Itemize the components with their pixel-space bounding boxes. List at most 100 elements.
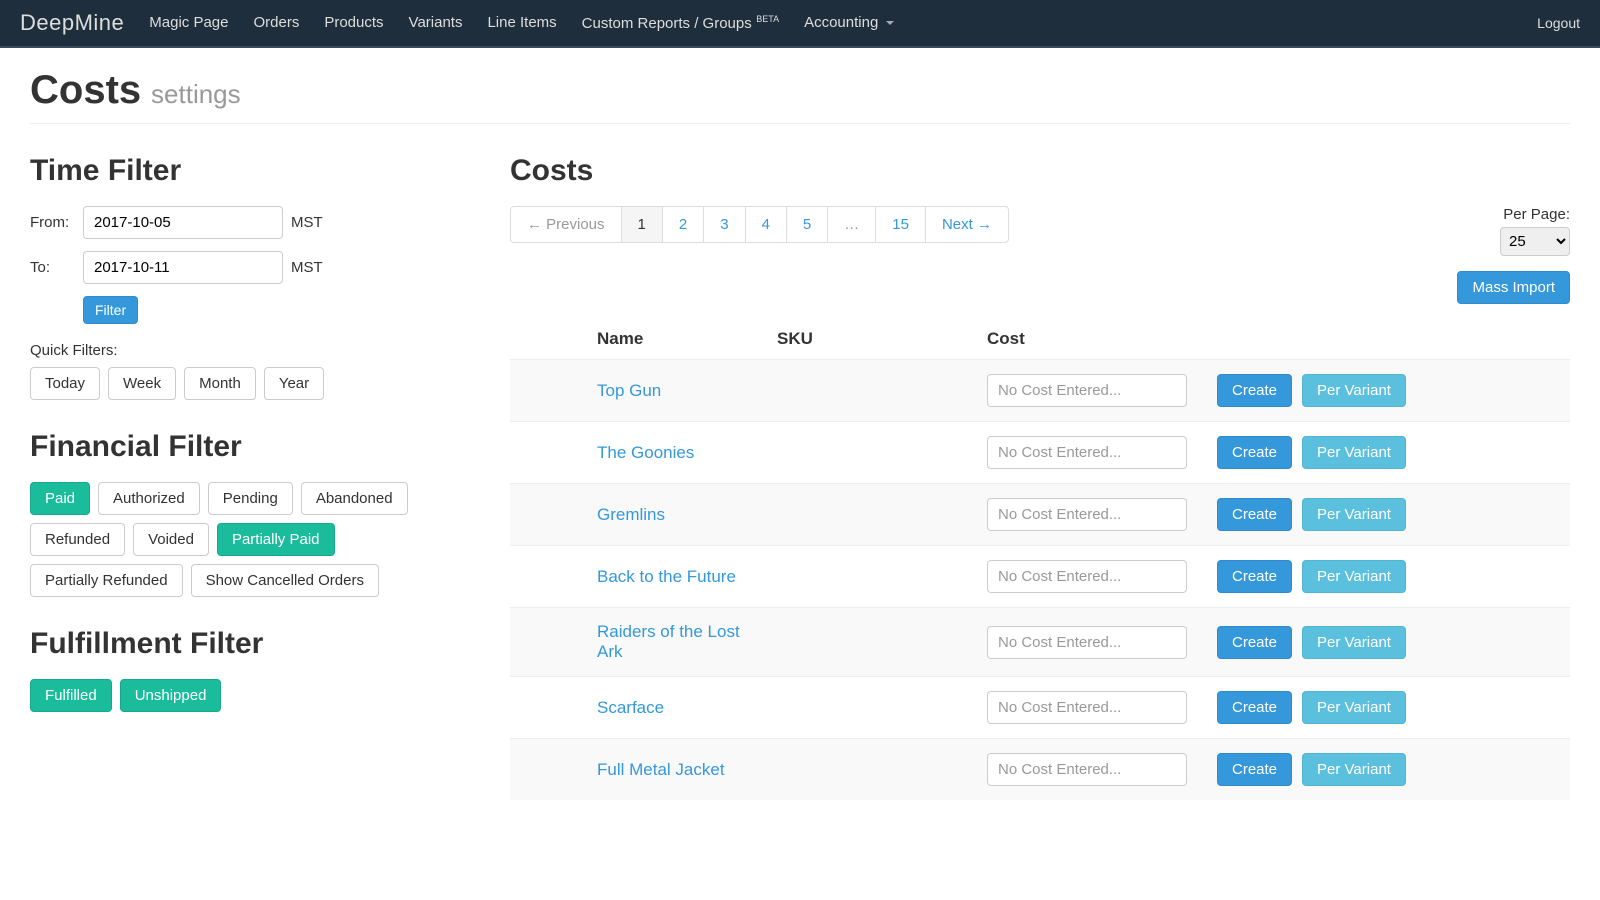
quick-filters-label: Quick Filters:	[30, 342, 480, 359]
col-cost: Cost	[975, 319, 1205, 360]
create-button[interactable]: Create	[1217, 560, 1292, 593]
financial-filter-button[interactable]: Pending	[208, 482, 293, 515]
col-sku: SKU	[765, 319, 975, 360]
per-variant-button[interactable]: Per Variant	[1302, 436, 1406, 469]
table-row: Raiders of the Lost Ark Create Per Variant	[510, 608, 1570, 677]
sku-cell	[765, 360, 975, 422]
per-page-label: Per Page:	[1500, 206, 1570, 223]
per-variant-button[interactable]: Per Variant	[1302, 753, 1406, 786]
nav-item[interactable]: Products	[324, 14, 383, 32]
cost-input[interactable]	[987, 626, 1187, 659]
table-row: Full Metal Jacket Create Per Variant	[510, 739, 1570, 801]
sidebar: Time Filter From: MST To: MST Filter Qui…	[30, 154, 480, 800]
table-row: The Goonies Create Per Variant	[510, 422, 1570, 484]
quick-filter-button[interactable]: Week	[108, 367, 176, 400]
product-link[interactable]: Raiders of the Lost Ark	[597, 622, 740, 661]
sku-cell	[765, 608, 975, 677]
per-page-control: Per Page: 25	[1500, 206, 1570, 256]
create-button[interactable]: Create	[1217, 374, 1292, 407]
nav-item[interactable]: Line Items	[487, 14, 556, 32]
nav-item[interactable]: Orders	[254, 14, 300, 32]
cost-input[interactable]	[987, 560, 1187, 593]
create-button[interactable]: Create	[1217, 498, 1292, 531]
financial-filter-button[interactable]: Abandoned	[301, 482, 408, 515]
create-button[interactable]: Create	[1217, 436, 1292, 469]
quick-filter-button[interactable]: Year	[264, 367, 324, 400]
page-title: Costs	[30, 68, 141, 112]
col-name: Name	[585, 319, 765, 360]
chevron-down-icon	[886, 21, 894, 25]
quick-filter-button[interactable]: Today	[30, 367, 100, 400]
page-subtitle: settings	[151, 79, 241, 109]
nav-item[interactable]: Accounting	[804, 14, 894, 32]
pagination-page[interactable]: 4	[746, 207, 786, 242]
pagination-page[interactable]: 3	[704, 207, 744, 242]
product-link[interactable]: Scarface	[597, 698, 664, 717]
sku-cell	[765, 677, 975, 739]
from-date-input[interactable]	[83, 206, 283, 239]
product-link[interactable]: The Goonies	[597, 443, 694, 462]
quick-filter-button[interactable]: Month	[184, 367, 256, 400]
beta-badge: BETA	[754, 14, 779, 24]
create-button[interactable]: Create	[1217, 691, 1292, 724]
table-row: Scarface Create Per Variant	[510, 677, 1570, 739]
page-header: Costs settings	[30, 68, 1570, 124]
financial-filter-button[interactable]: Partially Refunded	[30, 564, 183, 597]
create-button[interactable]: Create	[1217, 626, 1292, 659]
product-link[interactable]: Full Metal Jacket	[597, 760, 725, 779]
per-variant-button[interactable]: Per Variant	[1302, 498, 1406, 531]
financial-filter-button[interactable]: Partially Paid	[217, 523, 335, 556]
navbar-right: Logout	[1537, 15, 1580, 31]
product-link[interactable]: Gremlins	[597, 505, 665, 524]
pagination-page[interactable]: 1	[622, 207, 662, 242]
cost-input[interactable]	[987, 374, 1187, 407]
navbar-nav: Magic Page Orders Products Variants Line Ite…	[149, 14, 1537, 32]
per-page-select[interactable]: 25	[1500, 227, 1570, 256]
fulfillment-filter-button[interactable]: Unshipped	[120, 679, 222, 712]
product-link[interactable]: Back to the Future	[597, 567, 736, 586]
main-content: Costs ← Previous12345…15Next → Per Page:…	[510, 154, 1570, 800]
mass-import-button[interactable]: Mass Import	[1457, 271, 1570, 304]
financial-filter-button[interactable]: Voided	[133, 523, 209, 556]
pagination-next[interactable]: Next →	[926, 207, 1008, 242]
pagination-page[interactable]: 2	[663, 207, 703, 242]
financial-filter-button[interactable]: Show Cancelled Orders	[191, 564, 379, 597]
fulfillment-filter-button[interactable]: Fulfilled	[30, 679, 112, 712]
costs-table: Name SKU Cost Top GunCreatePer VariantTh…	[510, 319, 1570, 800]
per-variant-button[interactable]: Per Variant	[1302, 691, 1406, 724]
to-date-input[interactable]	[83, 251, 283, 284]
cost-input[interactable]	[987, 436, 1187, 469]
nav-item[interactable]: Variants	[409, 14, 463, 32]
pagination-page[interactable]: 15	[876, 207, 925, 242]
to-tz: MST	[291, 259, 323, 276]
to-label: To:	[30, 259, 75, 276]
sku-cell	[765, 484, 975, 546]
nav-item[interactable]: Custom Reports / Groups BETA	[582, 14, 779, 32]
navbar: DeepMine Magic Page Orders Products Variant…	[0, 0, 1600, 48]
pagination-page[interactable]: 5	[787, 207, 827, 242]
from-label: From:	[30, 214, 75, 231]
cost-input[interactable]	[987, 498, 1187, 531]
cost-input[interactable]	[987, 691, 1187, 724]
pagination: ← Previous12345…15Next →	[510, 206, 1009, 243]
nav-item[interactable]: Magic Page	[149, 14, 228, 32]
per-variant-button[interactable]: Per Variant	[1302, 374, 1406, 407]
per-variant-button[interactable]: Per Variant	[1302, 560, 1406, 593]
sku-cell	[765, 546, 975, 608]
table-row: Back to the Future Create Per Variant	[510, 546, 1570, 608]
financial-filter-button[interactable]: Paid	[30, 482, 90, 515]
filter-button[interactable]: Filter	[83, 296, 138, 324]
costs-title: Costs	[510, 154, 1570, 188]
logout-link[interactable]: Logout	[1537, 15, 1580, 31]
brand-logo[interactable]: DeepMine	[20, 10, 124, 36]
product-link[interactable]: Top Gun	[597, 381, 661, 400]
table-row: Gremlins Create Per Variant	[510, 484, 1570, 546]
fulfillment-filter-title: Fulfillment Filter	[30, 627, 480, 661]
financial-filter-button[interactable]: Authorized	[98, 482, 200, 515]
create-button[interactable]: Create	[1217, 753, 1292, 786]
pagination-prev[interactable]: ← Previous	[511, 207, 621, 242]
per-variant-button[interactable]: Per Variant	[1302, 626, 1406, 659]
cost-input[interactable]	[987, 753, 1187, 786]
financial-filter-button[interactable]: Refunded	[30, 523, 125, 556]
table-row: Top Gun Create Per Variant	[510, 360, 1570, 422]
